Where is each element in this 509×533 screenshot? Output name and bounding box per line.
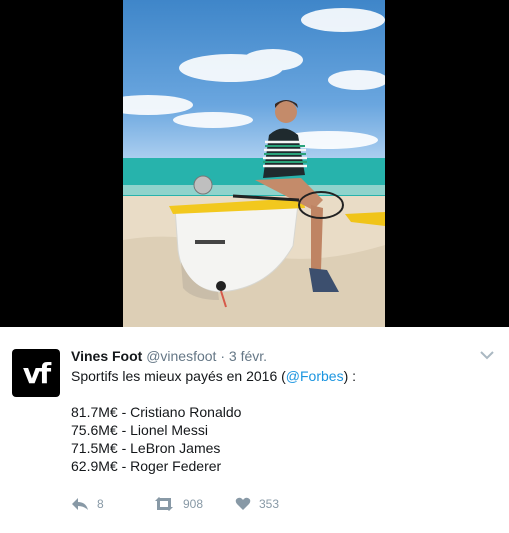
reply-count: 8 bbox=[97, 497, 104, 511]
reply-button[interactable]: 8 bbox=[71, 497, 104, 511]
tweet-card: vf Vines Foot @vinesfoot · 3 févr. Sport… bbox=[0, 327, 509, 533]
avatar[interactable]: vf bbox=[12, 349, 60, 397]
list-item: 81.7M€ - Cristiano Ronaldo bbox=[71, 404, 242, 420]
retweet-icon bbox=[155, 497, 173, 511]
like-count: 353 bbox=[259, 497, 280, 511]
separator: · bbox=[220, 348, 226, 364]
author-name[interactable]: Vines Foot bbox=[71, 348, 142, 364]
retweet-button[interactable]: 908 bbox=[153, 497, 203, 511]
tweet-actions: 8 908 353 bbox=[71, 497, 491, 517]
mention-link[interactable]: @Forbes bbox=[286, 368, 344, 384]
beach-photo-illustration bbox=[123, 8, 385, 327]
tweet-outro-text: ) : bbox=[343, 368, 357, 384]
heart-icon bbox=[235, 497, 251, 510]
list-item: 75.6M€ - Lionel Messi bbox=[71, 422, 208, 438]
reply-icon bbox=[72, 498, 88, 510]
tweet-header: Vines Foot @vinesfoot · 3 févr. bbox=[71, 348, 267, 364]
tweet-photo[interactable] bbox=[123, 0, 385, 327]
retweet-count: 908 bbox=[183, 497, 204, 511]
chevron-down-icon[interactable] bbox=[479, 349, 495, 361]
list-item: 71.5M€ - LeBron James bbox=[71, 440, 221, 456]
tweet-intro-text: Sportifs les mieux payés en 2016 ( bbox=[71, 368, 286, 384]
tweet-media[interactable] bbox=[0, 0, 509, 327]
tweet-timestamp[interactable]: 3 févr. bbox=[229, 348, 267, 364]
author-handle[interactable]: @vinesfoot bbox=[146, 348, 216, 364]
tweet-intro-line: Sportifs les mieux payés en 2016 (@Forbe… bbox=[71, 367, 491, 385]
like-button[interactable]: 353 bbox=[235, 497, 279, 511]
tweet-text: Sportifs les mieux payés en 2016 (@Forbe… bbox=[71, 367, 491, 475]
list-item: 62.9M€ - Roger Federer bbox=[71, 458, 222, 474]
